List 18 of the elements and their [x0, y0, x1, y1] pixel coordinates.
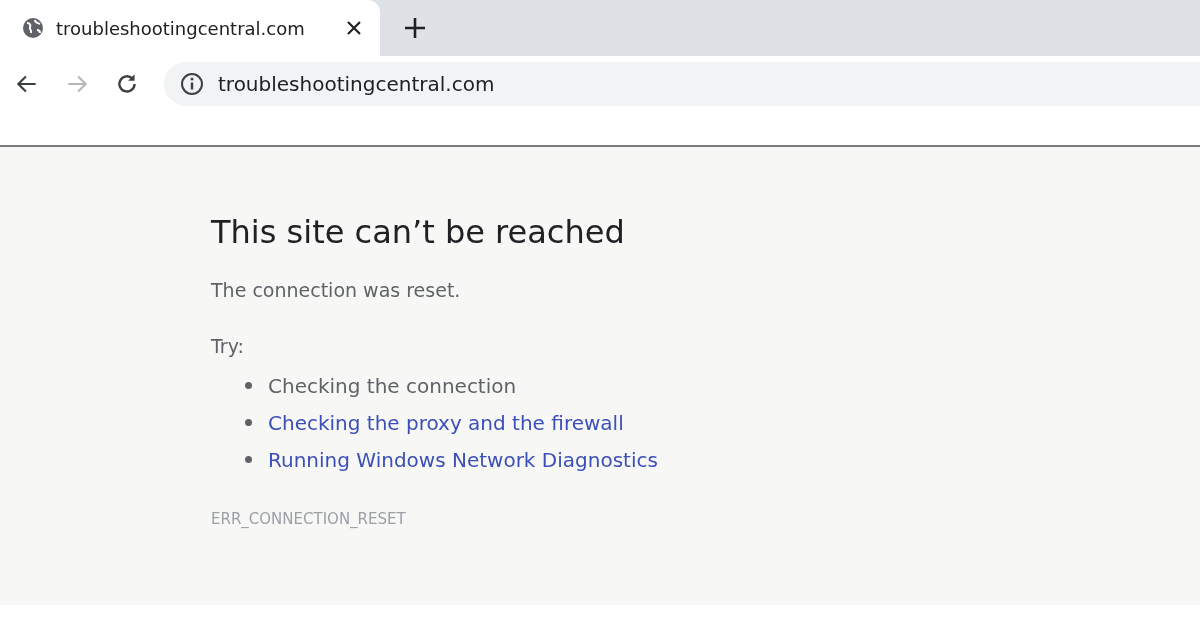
tab-title: troubleshootingcentral.com	[56, 17, 306, 39]
address-bar[interactable]: troubleshootingcentral.com	[164, 62, 1200, 106]
close-icon	[346, 20, 362, 36]
error-heading: This site can’t be reached	[211, 213, 626, 251]
url-text: troubleshootingcentral.com	[218, 72, 495, 96]
info-icon	[180, 72, 204, 96]
suggestion-link[interactable]: Checking the proxy and the firewall	[268, 410, 624, 435]
browser-tab[interactable]: troubleshootingcentral.com	[0, 0, 380, 56]
bullet-icon	[245, 456, 252, 463]
bullet-icon	[245, 419, 252, 426]
error-code: ERR_CONNECTION_RESET	[211, 510, 407, 528]
suggestion-text: Checking the connection	[268, 373, 517, 398]
plus-icon	[404, 17, 426, 39]
bullet-icon	[245, 382, 252, 389]
try-label: Try:	[211, 335, 245, 357]
suggestion-link[interactable]: Running Windows Network Diagnostics	[268, 447, 658, 472]
error-message: The connection was reset.	[211, 279, 462, 301]
globe-icon	[22, 17, 44, 39]
